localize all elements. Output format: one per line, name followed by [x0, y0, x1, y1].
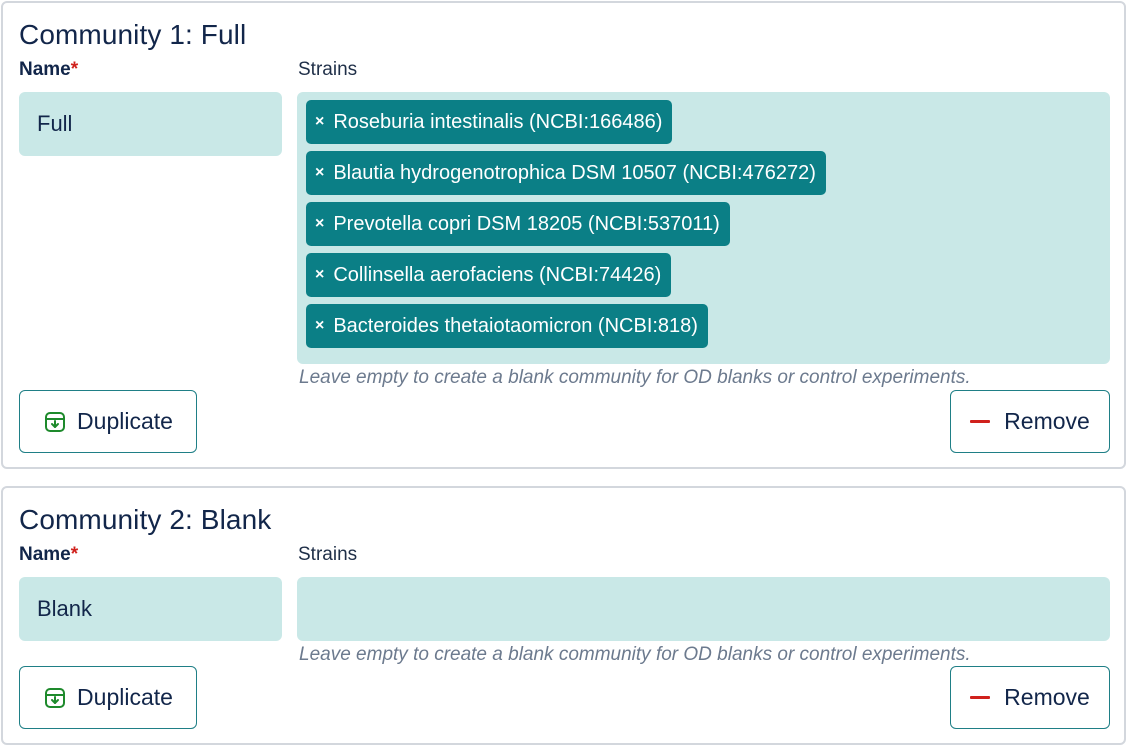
community-name-input[interactable]: [19, 92, 282, 156]
close-icon[interactable]: ×: [315, 164, 324, 182]
minus-icon: [970, 695, 991, 700]
name-label: Name*: [19, 544, 79, 565]
strain-chip: × Blautia hydrogenotrophica DSM 10507 (NC…: [306, 151, 826, 195]
community-name-input[interactable]: [19, 577, 282, 641]
strain-chip: × Prevotella copri DSM 18205 (NCBI:537011…: [306, 202, 730, 246]
strain-chip-label: Prevotella copri DSM 18205 (NCBI:537011): [333, 212, 720, 235]
duplicate-button[interactable]: Duplicate: [19, 390, 197, 453]
duplicate-label: Duplicate: [77, 684, 173, 710]
strains-helper-text: Leave empty to create a blank community …: [299, 644, 971, 665]
strains-helper-text: Leave empty to create a blank community …: [299, 367, 971, 388]
strain-chip-label: Bacteroides thetaiotaomicron (NCBI:818): [333, 314, 698, 337]
duplicate-down-icon: [43, 686, 67, 710]
remove-button[interactable]: Remove: [950, 666, 1110, 729]
community-title: Community 1: Full: [19, 19, 247, 50]
community-card-1: Community 1: Full Name* Strains × Rosebur…: [1, 1, 1126, 469]
strain-chip: × Roseburia intestinalis (NCBI:166486): [306, 100, 673, 144]
close-icon[interactable]: ×: [315, 317, 324, 335]
strain-chip-label: Collinsella aerofaciens (NCBI:74426): [333, 263, 662, 286]
remove-label: Remove: [1004, 408, 1090, 434]
remove-label: Remove: [1004, 684, 1090, 710]
remove-button[interactable]: Remove: [950, 390, 1110, 453]
minus-icon: [970, 419, 991, 424]
duplicate-button[interactable]: Duplicate: [19, 666, 197, 729]
strain-chip: × Bacteroides thetaiotaomicron (NCBI:818): [306, 304, 708, 348]
community-title: Community 2: Blank: [19, 504, 272, 535]
strains-multiselect[interactable]: [297, 577, 1110, 641]
community-card-2: Community 2: Blank Name* Strains Leave e…: [1, 486, 1126, 745]
name-label: Name*: [19, 59, 79, 80]
strain-chip-label: Roseburia intestinalis (NCBI:166486): [333, 110, 663, 133]
strain-chip: × Collinsella aerofaciens (NCBI:74426): [306, 253, 672, 297]
close-icon[interactable]: ×: [315, 215, 324, 233]
duplicate-down-icon: [43, 410, 67, 434]
strains-multiselect[interactable]: × Roseburia intestinalis (NCBI:166486) × B…: [297, 92, 1110, 364]
strain-chip-label: Blautia hydrogenotrophica DSM 10507 (NCB…: [333, 161, 816, 184]
strains-label: Strains: [298, 59, 358, 80]
close-icon[interactable]: ×: [315, 113, 324, 131]
close-icon[interactable]: ×: [315, 266, 324, 284]
duplicate-label: Duplicate: [77, 408, 173, 434]
strains-label: Strains: [298, 544, 358, 565]
required-asterisk: *: [70, 544, 79, 565]
required-asterisk: *: [70, 59, 79, 80]
